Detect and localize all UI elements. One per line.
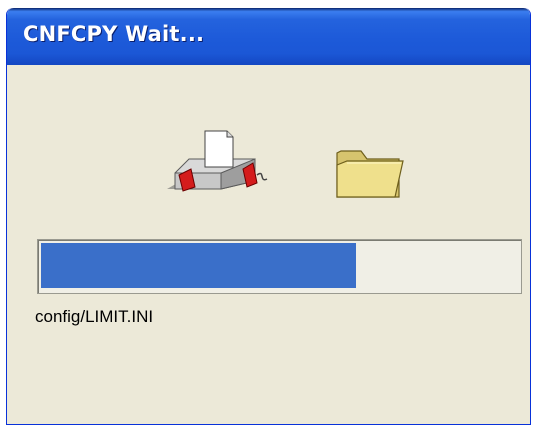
progress-fill <box>41 243 356 288</box>
wait-dialog: CNFCPY Wait... config/LIMIT.INI <box>6 8 531 425</box>
current-file-label: config/LIMIT.INI <box>35 307 154 326</box>
window-title: CNFCPY Wait... <box>23 22 205 46</box>
title-bar[interactable]: CNFCPY Wait... <box>7 8 530 65</box>
folder-icon <box>336 150 404 198</box>
dialog-body: config/LIMIT.INI <box>7 65 530 424</box>
printer-icon <box>167 130 268 192</box>
progress-bar <box>37 239 522 294</box>
